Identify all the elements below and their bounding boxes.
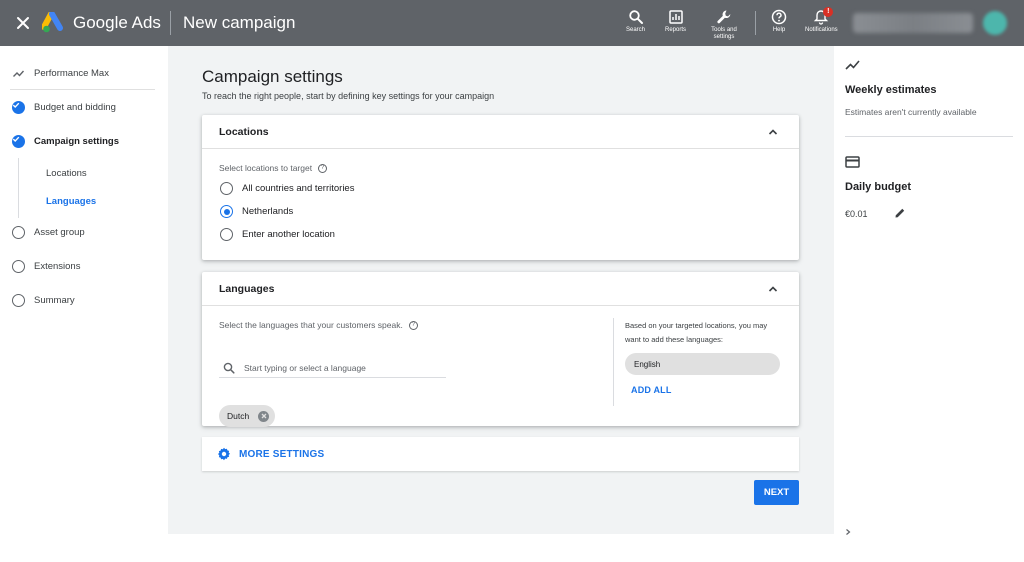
- help-circle-icon[interactable]: ?: [318, 163, 328, 173]
- more-settings-label: MORE SETTINGS: [239, 448, 325, 460]
- languages-card: Languages Select the languages that your…: [202, 272, 799, 427]
- nav-step-connector: [18, 158, 19, 218]
- nav-item-label: Summary: [34, 295, 75, 306]
- account-info-blurred[interactable]: [853, 13, 973, 33]
- remove-chip-icon[interactable]: [258, 410, 270, 422]
- search-tool-label: Search: [626, 27, 646, 33]
- daily-budget-title: Daily budget: [845, 181, 912, 193]
- nav-subitem-locations[interactable]: Locations: [46, 168, 87, 179]
- languages-heading: Languages: [219, 282, 275, 295]
- brand-name: Google Ads: [73, 13, 161, 32]
- toolbar-divider: [755, 11, 756, 35]
- page-header-title: New campaign: [183, 13, 296, 32]
- radio-button[interactable]: [220, 228, 233, 241]
- nav-subitem-languages[interactable]: Languages: [46, 196, 96, 207]
- nav-divider: [10, 89, 155, 90]
- help-tool-button[interactable]: Help: [771, 9, 787, 34]
- edit-pencil-icon[interactable]: [894, 207, 906, 219]
- weekly-estimates-status: Estimates aren't currently available: [845, 107, 977, 117]
- languages-column-divider: [613, 318, 614, 406]
- language-search-field[interactable]: [219, 359, 446, 378]
- avatar[interactable]: [983, 11, 1007, 35]
- radio-button[interactable]: [220, 182, 233, 195]
- languages-field-label-text: Select the languages that your customers…: [219, 320, 403, 330]
- location-option-netherlands[interactable]: Netherlands: [220, 205, 293, 218]
- check-circle-icon: [12, 101, 25, 114]
- nav-item-extensions[interactable]: Extensions: [12, 260, 80, 273]
- location-option-other[interactable]: Enter another location: [220, 228, 335, 241]
- chevron-up-icon[interactable]: [768, 127, 778, 137]
- next-button[interactable]: NEXT: [754, 480, 799, 505]
- reports-icon: [668, 10, 683, 24]
- languages-field-label: Select the languages that your customers…: [219, 320, 418, 330]
- trending-up-icon: [845, 60, 860, 70]
- suggested-language-chip[interactable]: English: [625, 353, 780, 375]
- credit-card-icon: [845, 156, 860, 168]
- notifications-tool-button[interactable]: ! Notifications: [805, 7, 838, 34]
- more-settings-button[interactable]: MORE SETTINGS: [202, 437, 799, 471]
- location-option-label: All countries and territories: [242, 183, 355, 194]
- selected-language-chip: Dutch: [219, 405, 276, 427]
- step-circle-icon: [12, 294, 25, 307]
- nav-item-label: Asset group: [34, 227, 85, 238]
- location-option-all[interactable]: All countries and territories: [220, 182, 354, 195]
- nav-item-summary[interactable]: Summary: [12, 294, 75, 307]
- locations-card: Locations Select locations to target ? A…: [202, 115, 799, 260]
- locations-field-label-text: Select locations to target: [219, 163, 313, 173]
- search-icon: [223, 362, 235, 374]
- add-all-button[interactable]: ADD ALL: [631, 385, 672, 395]
- check-circle-icon: [12, 135, 25, 148]
- help-tool-label: Help: [772, 27, 786, 33]
- reports-tool-button[interactable]: Reports: [665, 9, 686, 34]
- notification-badge: !: [823, 7, 834, 17]
- languages-card-header[interactable]: Languages: [202, 272, 799, 306]
- top-app-bar: Google Ads New campaign Search Reports T…: [0, 0, 1024, 46]
- location-option-label: Enter another location: [242, 229, 335, 240]
- reports-tool-label: Reports: [665, 27, 687, 33]
- weekly-estimates-title: Weekly estimates: [845, 84, 937, 96]
- notifications-tool-label: Notifications: [805, 27, 838, 33]
- locations-heading: Locations: [219, 125, 269, 138]
- page-title: Campaign settings: [202, 67, 343, 86]
- chevron-right-icon[interactable]: [844, 528, 852, 536]
- close-icon[interactable]: [14, 14, 32, 32]
- help-circle-icon[interactable]: ?: [408, 320, 418, 330]
- trending-icon: [13, 70, 25, 77]
- nav-item-budget-and-bidding[interactable]: Budget and bidding: [12, 101, 116, 114]
- tools-and-settings-button[interactable]: Tools and settings: [706, 9, 742, 41]
- nav-item-performance-max: Performance Max: [12, 67, 109, 80]
- nav-item-label: Performance Max: [34, 68, 109, 79]
- search-icon: [628, 10, 643, 24]
- panel-divider: [845, 136, 1013, 137]
- locations-field-label: Select locations to target ?: [219, 163, 328, 173]
- locations-card-header[interactable]: Locations: [202, 115, 799, 149]
- help-icon: [771, 9, 787, 25]
- nav-item-campaign-settings[interactable]: Campaign settings: [12, 135, 119, 148]
- chevron-up-icon[interactable]: [768, 284, 778, 294]
- daily-budget-value: €0.01: [845, 209, 868, 219]
- radio-button-selected[interactable]: [220, 205, 233, 218]
- campaign-steps-nav: Performance Max Budget and bidding Campa…: [0, 46, 168, 562]
- nav-item-label: Budget and bidding: [34, 102, 116, 113]
- nav-item-label: Campaign settings: [34, 136, 119, 147]
- nav-item-label: Extensions: [34, 261, 81, 272]
- step-circle-icon: [12, 226, 25, 239]
- main-content: Campaign settings To reach the right peo…: [168, 46, 834, 534]
- nav-item-asset-group[interactable]: Asset group: [12, 226, 85, 239]
- search-tool-button[interactable]: Search: [626, 9, 645, 34]
- google-ads-logo-icon: [42, 12, 63, 33]
- page-subtitle: To reach the right people, start by defi…: [202, 91, 495, 101]
- chip-label: Dutch: [227, 411, 250, 421]
- estimates-panel: Weekly estimates Estimates aren't curren…: [834, 46, 1024, 536]
- tools-and-settings-label: Tools and settings: [711, 27, 737, 40]
- location-option-label: Netherlands: [242, 206, 294, 217]
- wrench-icon: [717, 10, 731, 24]
- language-search-input[interactable]: [244, 363, 434, 373]
- step-circle-icon: [12, 260, 25, 273]
- brand-divider: [170, 11, 171, 35]
- gear-icon: [218, 447, 230, 461]
- language-suggestion-text: Based on your targeted locations, you ma…: [625, 321, 768, 344]
